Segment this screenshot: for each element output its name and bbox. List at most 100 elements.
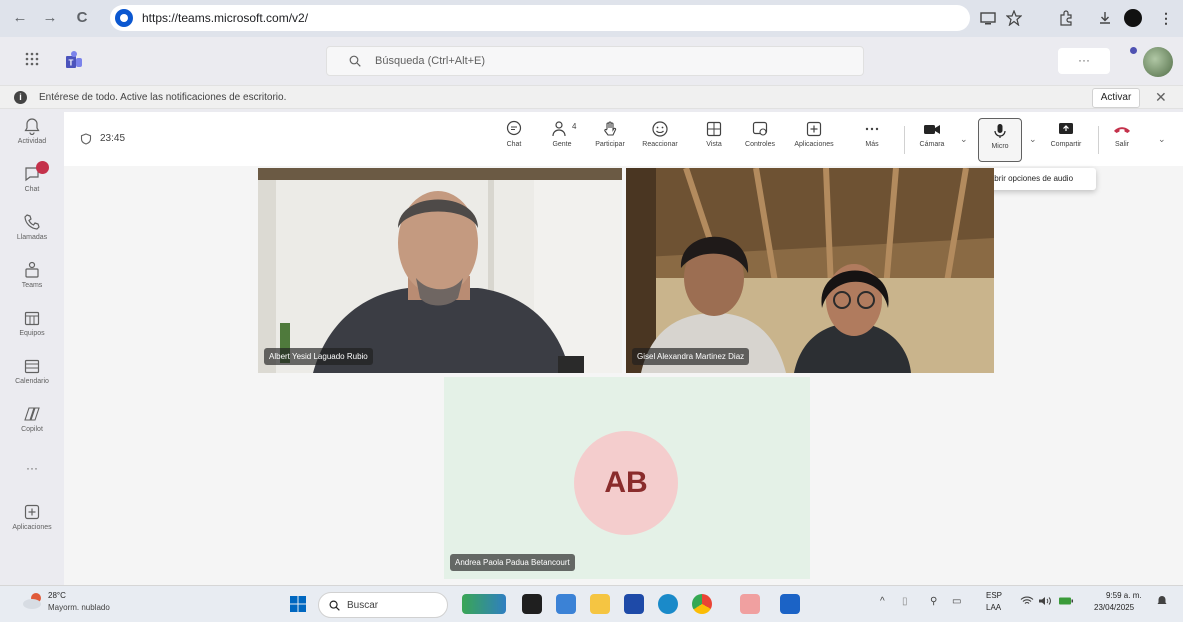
download-icon[interactable] <box>1095 8 1115 28</box>
participant-initials-avatar: AB <box>574 431 678 535</box>
close-icon[interactable]: ✕ <box>1155 89 1167 106</box>
back-arrow-icon[interactable]: ← <box>10 8 30 28</box>
volume-icon[interactable] <box>1038 596 1052 606</box>
rail-item-calendar[interactable]: Calendario <box>0 351 64 397</box>
app-launcher-icon[interactable] <box>24 51 42 69</box>
tray-overflow-chevron-icon[interactable]: ^ <box>880 596 885 607</box>
rail-item-activity[interactable]: Actividad <box>0 111 64 157</box>
battery-icon[interactable] <box>1058 596 1074 606</box>
store-app-icon[interactable] <box>624 594 644 614</box>
windows-taskbar: 28°C Mayorm. nublado Buscar ^ ▯ ⚲ ▭ ESP … <box>0 585 1183 622</box>
bookmark-star-icon[interactable] <box>1004 8 1024 28</box>
file-explorer-icon[interactable] <box>590 594 610 614</box>
info-icon: i <box>14 91 27 104</box>
widgets-app-icon[interactable] <box>462 594 506 614</box>
rail-item-teams[interactable]: Teams <box>0 255 64 301</box>
weather-icon[interactable] <box>22 592 46 610</box>
clock-date[interactable]: 23/04/2025 <box>1094 603 1134 612</box>
controls-icon <box>752 121 768 136</box>
react-button[interactable]: Reaccionar <box>638 120 682 160</box>
raise-label: Participar <box>595 141 625 148</box>
controls-label: Controles <box>745 141 775 148</box>
share-button[interactable]: Compartir <box>1040 120 1092 160</box>
camera-label: Cámara <box>919 141 945 148</box>
rail-item-apps[interactable]: Aplicaciones <box>0 497 64 543</box>
weather-temperature: 28°C <box>48 591 66 600</box>
profile-avatar[interactable] <box>1124 9 1142 27</box>
people-label: Gente <box>552 141 572 148</box>
share-label: Compartir <box>1050 141 1082 148</box>
chat-button[interactable]: Chat <box>492 120 536 160</box>
rail-item-equipos[interactable]: Equipos <box>0 303 64 349</box>
toolbar-divider <box>1098 126 1099 154</box>
search-icon <box>329 600 340 611</box>
left-rail: Actividad Chat Llamadas Teams Equipos Ca… <box>0 109 64 585</box>
camera-icon <box>924 125 940 134</box>
apps-label: Aplicaciones <box>794 141 834 148</box>
rail-label: Copilot <box>21 426 43 433</box>
extensions-icon[interactable] <box>1056 8 1076 28</box>
terminal-app-icon[interactable] <box>522 594 542 614</box>
rail-label: Llamadas <box>16 234 48 241</box>
rail-item-calls[interactable]: Llamadas <box>0 207 64 253</box>
site-info-icon[interactable] <box>115 9 133 27</box>
video-tile-participant-2[interactable]: Gisel Alexandra Martinez Diaz <box>626 168 994 373</box>
input-language[interactable]: ESP <box>986 591 1002 600</box>
mic-button[interactable]: Micro <box>978 118 1022 162</box>
people-button[interactable]: 4 Gente <box>540 120 584 160</box>
edge-browser-icon[interactable] <box>658 594 678 614</box>
tray-display-icon[interactable]: ▭ <box>952 596 961 607</box>
controls-button[interactable]: Controles <box>738 120 782 160</box>
meeting-timer: 23:45 <box>100 133 126 144</box>
install-app-icon[interactable] <box>978 8 998 28</box>
forward-arrow-icon[interactable]: → <box>40 8 60 28</box>
browser-menu-icon[interactable]: ⋮ <box>1156 8 1176 28</box>
leave-options-chevron-icon[interactable]: ⌄ <box>1158 134 1166 145</box>
reload-icon[interactable]: C <box>72 8 92 28</box>
view-button[interactable]: Vista <box>692 120 736 160</box>
hang-up-icon <box>1114 127 1130 133</box>
rail-item-more[interactable]: ··· <box>0 453 64 499</box>
apps-button[interactable]: Aplicaciones <box>792 120 836 160</box>
participant-name-tag: Gisel Alexandra Martinez Diaz <box>632 348 750 365</box>
active-app-icon[interactable] <box>740 594 760 614</box>
rail-label: Chat <box>24 186 40 193</box>
meeting-toolbar: 23:45 Chat 4 Gente Participar Reaccionar… <box>64 112 1183 166</box>
raise-hand-button[interactable]: Participar <box>588 120 632 160</box>
teams-icon <box>25 261 39 278</box>
more-icon: ··· <box>26 461 38 475</box>
video-tile-participant-3[interactable]: AB Andrea Paola Padua Betancourt <box>444 377 810 579</box>
file-app-icon[interactable] <box>556 594 576 614</box>
input-layout[interactable]: LAA <box>986 603 1001 612</box>
calendar-icon <box>24 359 40 374</box>
camera-button[interactable]: Cámara <box>910 120 954 160</box>
more-actions-button[interactable]: Más <box>850 120 894 160</box>
bell-icon <box>24 118 40 135</box>
taskbar-search-input[interactable]: Buscar <box>318 592 448 618</box>
video-tile-participant-1[interactable]: Albert Yesid Laguado Rubio <box>258 168 622 373</box>
rail-item-chat[interactable]: Chat <box>0 159 64 205</box>
outlook-app-icon[interactable] <box>780 594 800 614</box>
camera-options-chevron-icon[interactable]: ⌄ <box>960 134 968 145</box>
activate-notifications-button[interactable]: Activar <box>1092 88 1140 108</box>
chrome-browser-icon[interactable] <box>692 594 712 614</box>
wifi-icon[interactable] <box>1020 596 1034 606</box>
audio-options-chevron-icon[interactable]: ⌄ <box>1029 134 1037 145</box>
unread-badge <box>36 161 49 174</box>
tray-app-icon[interactable]: ▯ <box>902 596 908 607</box>
toolbar-divider <box>904 126 905 154</box>
share-screen-icon <box>1059 123 1073 134</box>
clock-time[interactable]: 9:59 a. m. <box>1106 591 1142 600</box>
windows-start-icon[interactable] <box>289 595 307 613</box>
user-avatar[interactable] <box>1143 47 1173 77</box>
rail-item-copilot[interactable]: Copilot <box>0 399 64 445</box>
teams-header: T Búsqueda (Ctrl+Alt+E) ··· <box>0 37 1183 85</box>
rail-label: Teams <box>21 282 43 289</box>
more-options-button[interactable]: ··· <box>1058 48 1110 74</box>
tray-location-icon[interactable]: ⚲ <box>930 596 937 607</box>
leave-button[interactable]: Salir <box>1104 120 1140 160</box>
address-bar[interactable]: https://teams.microsoft.com/v2/ <box>110 5 970 31</box>
notifications-icon[interactable] <box>1156 595 1168 607</box>
search-input[interactable]: Búsqueda (Ctrl+Alt+E) <box>326 46 864 76</box>
view-label: Vista <box>706 141 722 148</box>
